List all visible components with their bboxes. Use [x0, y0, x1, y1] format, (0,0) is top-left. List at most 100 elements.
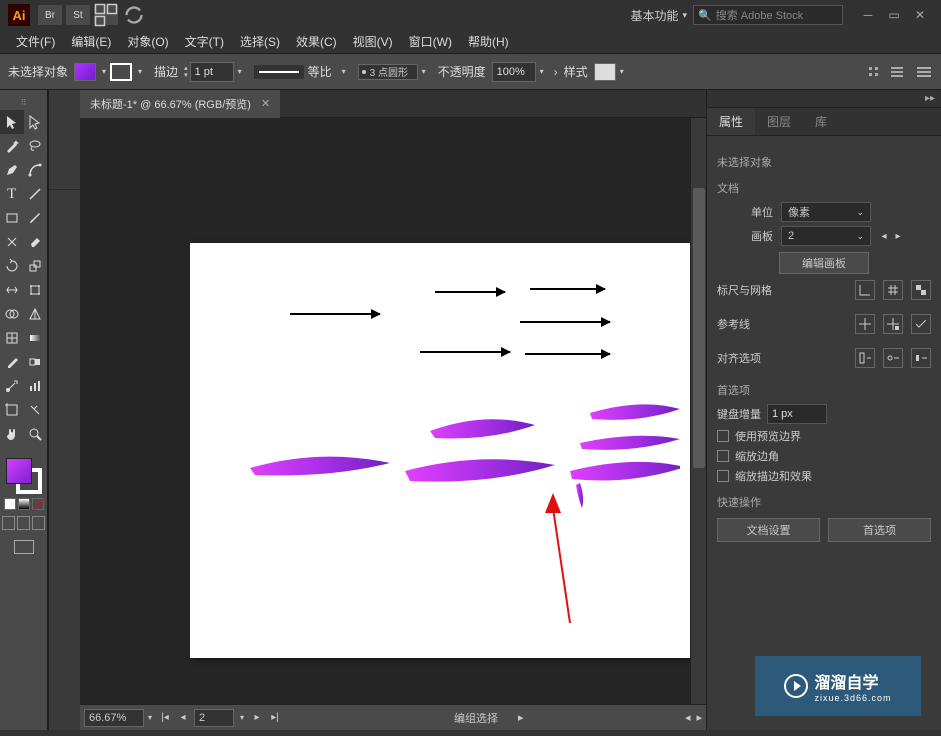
maximize-button[interactable]: ▭	[881, 6, 907, 24]
draw-inside[interactable]	[32, 516, 45, 530]
document-setup-button[interactable]: 文档设置	[717, 518, 820, 542]
show-guides-icon[interactable]	[855, 314, 875, 334]
tab-layers[interactable]: 图层	[755, 108, 803, 135]
menu-type[interactable]: 文字(T)	[177, 33, 232, 50]
stroke-profile-preview[interactable]	[254, 65, 304, 79]
menu-file[interactable]: 文件(F)	[8, 33, 63, 50]
draw-behind[interactable]	[17, 516, 30, 530]
symbol-sprayer-tool[interactable]	[0, 374, 24, 398]
close-button[interactable]: ✕	[907, 6, 933, 24]
align-icon[interactable]	[867, 65, 883, 79]
search-input[interactable]: 🔍 搜索 Adobe Stock	[693, 5, 843, 25]
width-tool[interactable]	[0, 278, 24, 302]
zoom-input[interactable]: 66.67%	[84, 709, 144, 727]
direct-selection-tool[interactable]	[24, 110, 48, 134]
chevron-right-icon[interactable]: ›	[554, 65, 558, 79]
eraser-tool[interactable]	[24, 230, 48, 254]
next-artboard-icon[interactable]: ▸	[891, 226, 905, 246]
chevron-down-icon[interactable]: ▾	[422, 67, 426, 76]
graph-tool[interactable]	[24, 374, 48, 398]
use-preview-bounds-checkbox[interactable]: 使用预览边界	[717, 428, 931, 444]
document-tab[interactable]: 未标题-1* @ 66.67% (RGB/预览) ✕	[80, 90, 280, 118]
fill-swatch[interactable]	[74, 63, 96, 81]
menu-select[interactable]: 选择(S)	[232, 33, 288, 50]
perspective-tool[interactable]	[24, 302, 48, 326]
transparency-grid-icon[interactable]	[911, 280, 931, 300]
snap-grid-icon[interactable]	[911, 348, 931, 368]
mesh-tool[interactable]	[0, 326, 24, 350]
scale-corners-checkbox[interactable]: 缩放边角	[717, 448, 931, 464]
color-mode-solid[interactable]	[4, 498, 16, 510]
edit-artboard-button[interactable]: 编辑画板	[779, 252, 869, 274]
ruler-icon[interactable]	[855, 280, 875, 300]
panel-menu-icon[interactable]	[915, 65, 933, 79]
stepper-down-icon[interactable]: ▾	[184, 72, 188, 79]
scale-strokes-checkbox[interactable]: 缩放描边和效果	[717, 468, 931, 484]
units-select[interactable]: 像素⌄	[781, 202, 871, 222]
panel-grip-icon[interactable]: ⠿	[0, 94, 47, 110]
tab-properties[interactable]: 属性	[707, 108, 755, 135]
opacity-label[interactable]: 不透明度	[438, 63, 486, 80]
menu-help[interactable]: 帮助(H)	[460, 33, 517, 50]
workspace-switcher[interactable]: 基本功能 ▾	[630, 7, 687, 24]
rotate-tool[interactable]	[0, 254, 24, 278]
grid-icon[interactable]	[883, 280, 903, 300]
arrange-docs-button[interactable]	[94, 5, 118, 25]
chevron-down-icon[interactable]: ▾	[238, 67, 242, 76]
shape-builder-tool[interactable]	[0, 302, 24, 326]
pen-tool[interactable]	[0, 158, 24, 182]
lasso-tool[interactable]	[24, 134, 48, 158]
rectangle-tool[interactable]	[0, 206, 24, 230]
scroll-right-icon[interactable]: ▸	[696, 711, 702, 724]
selection-tool[interactable]	[0, 110, 24, 134]
artboard-tool[interactable]	[0, 398, 24, 422]
chevron-down-icon[interactable]: ▾	[540, 67, 544, 76]
stroke-swatch[interactable]	[110, 63, 132, 81]
color-mode-gradient[interactable]	[18, 498, 30, 510]
scale-tool[interactable]	[24, 254, 48, 278]
last-artboard-button[interactable]: ▸|	[266, 709, 284, 727]
paintbrush-tool[interactable]	[24, 206, 48, 230]
chevron-down-icon[interactable]: ▾	[240, 713, 244, 722]
fill-stroke-swap[interactable]	[6, 458, 42, 494]
smart-guides-icon[interactable]	[911, 314, 931, 334]
distribute-icon[interactable]	[889, 65, 905, 79]
zoom-tool[interactable]	[24, 422, 48, 446]
prev-artboard-button[interactable]: ◂	[174, 709, 192, 727]
color-mode-none[interactable]	[32, 498, 44, 510]
close-tab-icon[interactable]: ✕	[261, 97, 270, 110]
line-tool[interactable]	[24, 182, 48, 206]
snap-point-icon[interactable]	[883, 348, 903, 368]
curvature-tool[interactable]	[24, 158, 48, 182]
canvas[interactable]	[80, 118, 690, 704]
stroke-label[interactable]: 描边	[154, 63, 178, 80]
menu-object[interactable]: 对象(O)	[119, 33, 176, 50]
draw-normal[interactable]	[2, 516, 15, 530]
lock-guides-icon[interactable]	[883, 314, 903, 334]
artboard-number-input[interactable]: 2	[194, 709, 234, 727]
scroll-left-icon[interactable]: ▸	[518, 711, 524, 724]
blend-tool[interactable]	[24, 350, 48, 374]
chevron-down-icon[interactable]: ▾	[148, 713, 152, 722]
stepper-up-icon[interactable]: ▴	[184, 65, 188, 72]
chevron-down-icon[interactable]: ▾	[102, 67, 106, 76]
gradient-tool[interactable]	[24, 326, 48, 350]
stock-button[interactable]: St	[66, 5, 90, 25]
menu-edit[interactable]: 编辑(E)	[63, 33, 119, 50]
magic-wand-tool[interactable]	[0, 134, 24, 158]
snap-pixel-icon[interactable]	[855, 348, 875, 368]
artboard[interactable]	[190, 243, 706, 658]
artboard-select[interactable]: 2⌄	[781, 226, 871, 246]
menu-effect[interactable]: 效果(C)	[288, 33, 345, 50]
scroll-left-icon[interactable]: ◂	[685, 711, 691, 724]
type-tool[interactable]: T	[0, 182, 24, 206]
shaper-tool[interactable]	[0, 230, 24, 254]
scrollbar-thumb[interactable]	[693, 188, 705, 468]
preferences-button[interactable]: 首选项	[828, 518, 931, 542]
menu-window[interactable]: 窗口(W)	[401, 33, 460, 50]
bridge-button[interactable]: Br	[38, 5, 62, 25]
prev-artboard-icon[interactable]: ◂	[877, 226, 891, 246]
tab-libraries[interactable]: 库	[803, 108, 839, 135]
slice-tool[interactable]	[24, 398, 48, 422]
stroke-weight-input[interactable]	[190, 62, 234, 82]
